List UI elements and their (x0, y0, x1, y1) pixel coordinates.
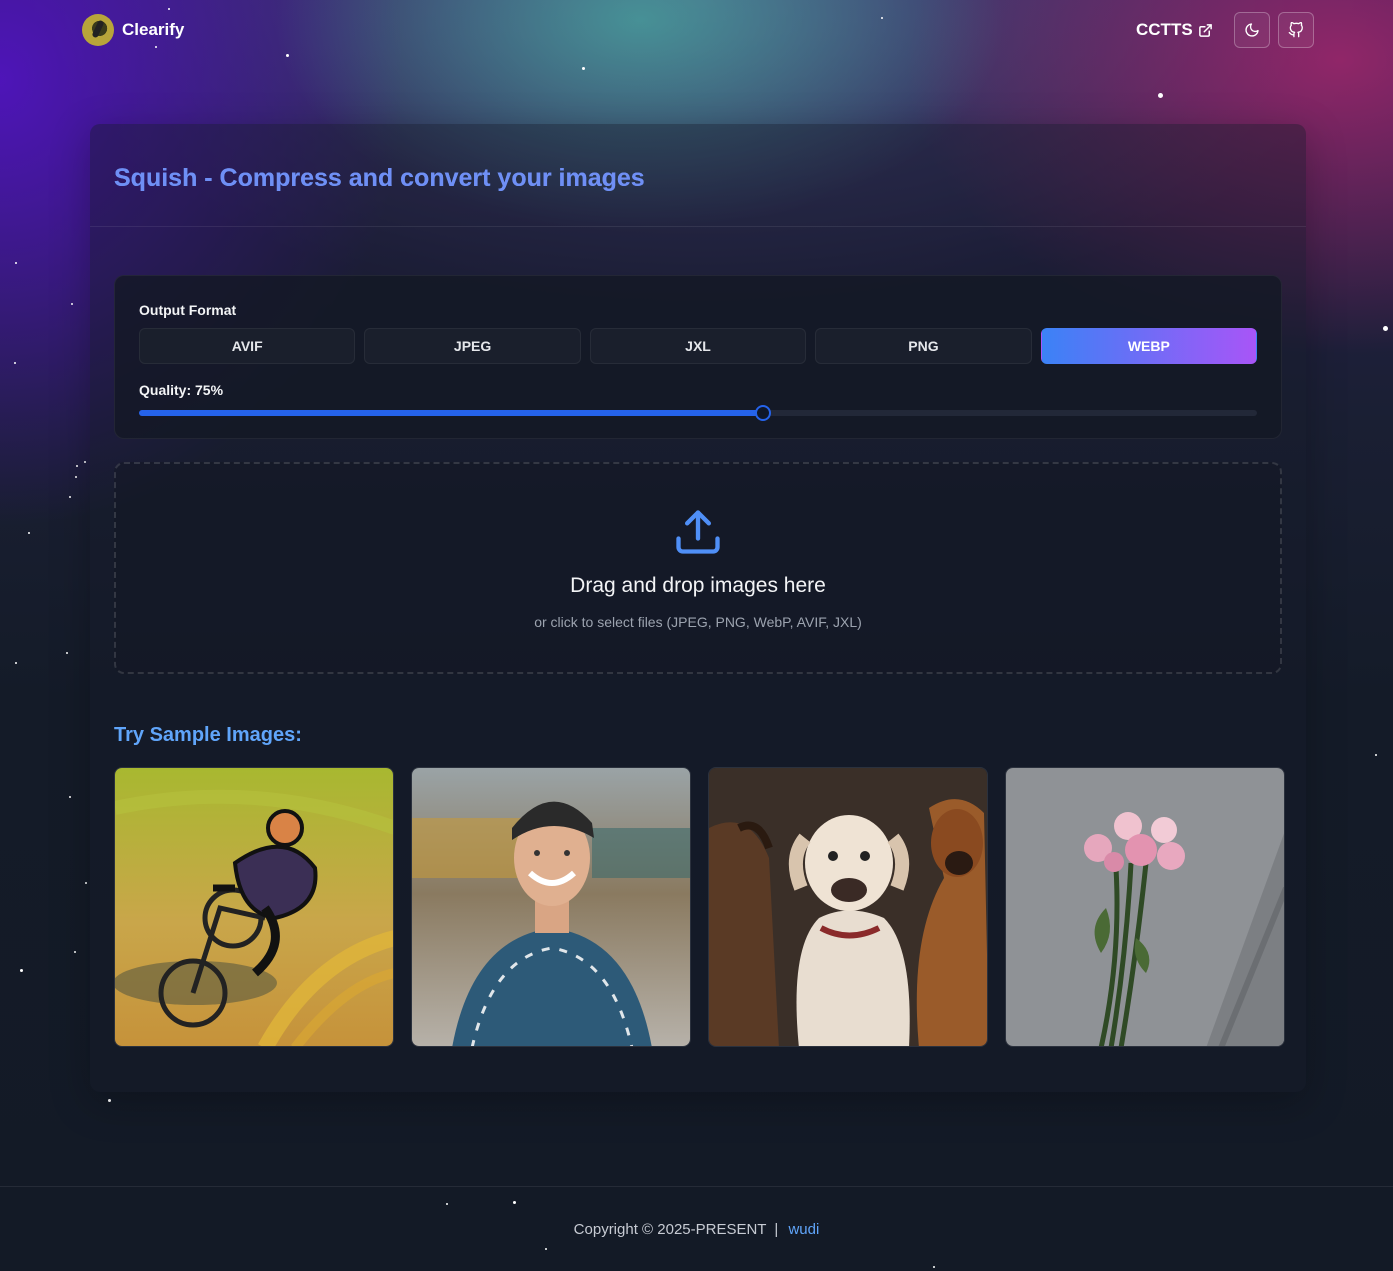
author-link[interactable]: wudi (788, 1221, 819, 1238)
star (69, 496, 71, 498)
star (84, 461, 86, 463)
theme-toggle-button[interactable] (1234, 12, 1270, 48)
quality-slider[interactable] (139, 405, 1257, 421)
cyclist-illustration (115, 768, 393, 1046)
three-dogs (709, 768, 987, 1046)
quality-label: Quality: 75% (139, 382, 224, 398)
logo (82, 14, 114, 46)
star (76, 465, 78, 467)
quality-slider-fill (139, 410, 763, 416)
sample-image-roses[interactable] (1005, 767, 1285, 1047)
external-link-icon (1198, 23, 1212, 37)
sample-image-cyclist[interactable] (114, 767, 394, 1047)
format-button-avif[interactable]: AVIF (139, 328, 356, 364)
star (75, 476, 77, 478)
star (71, 303, 73, 305)
dropzone-subtitle: or click to select files (JPEG, PNG, Web… (534, 614, 862, 630)
star (14, 362, 16, 364)
samples-title: Try Sample Images: (114, 724, 302, 746)
star (1375, 754, 1377, 756)
output-format-label: Output Format (139, 302, 237, 318)
star (15, 662, 17, 664)
format-selector: AVIF JPEG JXL PNG WEBP (139, 328, 1258, 364)
star (1383, 326, 1388, 331)
smiling-man-portrait (412, 768, 690, 1046)
cctts-link[interactable]: CCTTS (1136, 20, 1213, 40)
top-navigation: Clearify CCTTS (0, 0, 1393, 60)
moon-icon (1245, 23, 1259, 37)
quality-slider-thumb[interactable] (754, 405, 771, 421)
star (1158, 93, 1163, 98)
footer: Copyright © 2025-PRESENT | wudi (0, 1186, 1393, 1271)
pink-roses (1006, 768, 1284, 1046)
star (15, 262, 17, 264)
sample-image-dogs[interactable] (708, 767, 988, 1047)
brand-link[interactable]: Clearify (82, 14, 184, 46)
star (28, 532, 30, 534)
format-button-png[interactable]: PNG (815, 328, 1032, 364)
settings-panel: Output Format AVIF JPEG JXL PNG WEBP Qua… (114, 275, 1282, 439)
sample-images (114, 767, 1285, 1047)
format-button-jpeg[interactable]: JPEG (364, 328, 581, 364)
star (582, 67, 585, 70)
format-button-webp[interactable]: WEBP (1040, 328, 1258, 364)
copyright-text: Copyright © 2025-PRESENT (573, 1221, 767, 1238)
github-icon (1288, 22, 1303, 38)
upload-icon (676, 510, 720, 554)
format-button-jxl[interactable]: JXL (589, 328, 807, 364)
github-button[interactable] (1278, 12, 1314, 48)
sample-image-portrait[interactable] (411, 767, 691, 1047)
cctts-link-label: CCTTS (1136, 20, 1193, 39)
star (69, 796, 71, 798)
star (74, 951, 76, 953)
upload-dropzone[interactable]: Drag and drop images here or click to se… (114, 462, 1282, 674)
star (66, 652, 68, 654)
main-card: Squish - Compress and convert your image… (90, 124, 1306, 1092)
star (85, 882, 87, 884)
brand-name: Clearify (122, 20, 185, 39)
star (20, 969, 23, 972)
footer-separator: | (774, 1221, 779, 1238)
star (108, 1099, 111, 1102)
card-header: Squish - Compress and convert your image… (90, 124, 1306, 227)
dropzone-title: Drag and drop images here (570, 574, 826, 597)
page-title: Squish - Compress and convert your image… (114, 164, 1282, 193)
